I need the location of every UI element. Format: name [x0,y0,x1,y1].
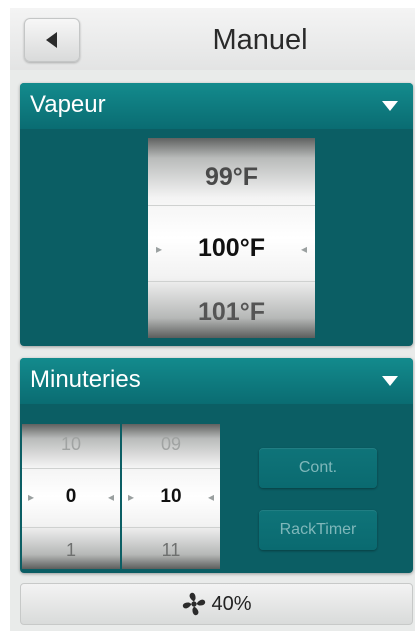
picker-separator [122,468,220,469]
temperature-selected[interactable]: 100°F [148,234,315,263]
minuteries-panel: Minuteries 10 0 1 ▸ ◂ 09 10 11 ▸ ◂ Cont.… [20,358,413,573]
dropdown-arrow-icon[interactable] [381,100,399,112]
back-arrow-icon [46,32,57,48]
fan-speed-button[interactable]: 40% [20,583,413,625]
racktimer-button[interactable]: RackTimer [259,510,377,550]
picker-separator [148,205,315,206]
cont-button[interactable]: Cont. [259,448,377,488]
minutes-picker[interactable]: 10 0 1 ▸ ◂ [22,424,120,569]
selection-marker-left-icon: ▸ [156,242,163,256]
fan-icon [183,592,206,616]
picker-separator [22,468,120,469]
temperature-option[interactable]: 101°F [148,298,315,327]
picker-separator [148,281,315,282]
vapeur-panel-header[interactable]: Vapeur [20,83,413,129]
minuteries-title: Minuteries [30,366,141,393]
vapeur-title: Vapeur [30,91,106,118]
header-bar: Manuel [10,8,415,70]
vapeur-panel: Vapeur 99°F 100°F 101°F ▸ ◂ [20,83,413,346]
fan-speed-value: 40% [211,592,252,615]
minutes-selected[interactable]: 0 [22,486,120,508]
temperature-option[interactable]: 99°F [148,163,315,192]
selection-marker-right-icon: ◂ [207,490,214,504]
picker-separator [122,527,220,528]
temperature-picker[interactable]: 99°F 100°F 101°F ▸ ◂ [148,138,315,338]
dropdown-arrow-icon[interactable] [381,375,399,387]
seconds-selected[interactable]: 10 [122,486,220,508]
app-frame: Manuel Vapeur 99°F 100°F 101°F ▸ ◂ Minut… [10,8,415,631]
seconds-option[interactable]: 09 [122,434,220,455]
minutes-option[interactable]: 1 [22,540,120,561]
back-button[interactable] [24,18,80,62]
page-title: Manuel [212,24,308,56]
selection-marker-left-icon: ▸ [28,490,35,504]
selection-marker-left-icon: ▸ [128,490,135,504]
picker-separator [22,527,120,528]
minuteries-panel-header[interactable]: Minuteries [20,358,413,404]
seconds-picker[interactable]: 09 10 11 ▸ ◂ [122,424,220,569]
minutes-option[interactable]: 10 [22,434,120,455]
seconds-option[interactable]: 11 [122,540,220,561]
selection-marker-right-icon: ◂ [107,490,114,504]
selection-marker-right-icon: ◂ [300,242,307,256]
